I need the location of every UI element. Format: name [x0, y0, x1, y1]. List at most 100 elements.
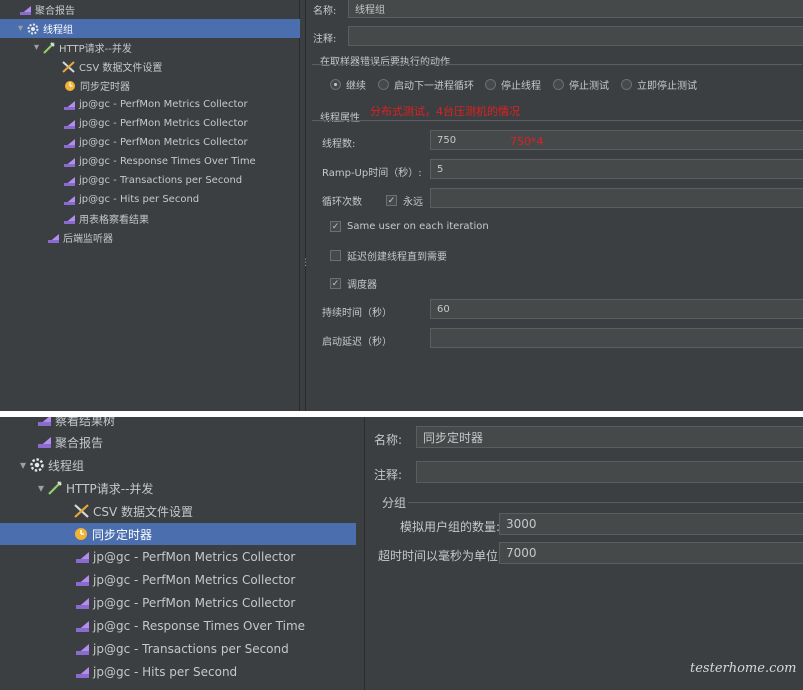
tree-item-label: 同步定时器 [92, 527, 153, 542]
tree-item-http-request[interactable]: ▾ HTTP请求--并发 [34, 38, 132, 57]
radio-icon [553, 79, 564, 90]
drag-handle-icon[interactable]: ⋮ [301, 258, 310, 268]
comment-field[interactable] [416, 461, 803, 483]
radio-stop-thread[interactable]: 停止线程 [485, 77, 541, 92]
radio-label: 继续 [346, 81, 366, 92]
tree-item-label: jp@gc - PerfMon Metrics Collector [79, 99, 248, 110]
check-icon: ✓ [330, 221, 341, 232]
timer-icon [74, 527, 88, 541]
report-icon [64, 100, 75, 110]
loop-count-label: 循环次数 [322, 197, 362, 208]
duration-field[interactable]: 60 [430, 299, 803, 319]
radio-icon [485, 79, 496, 90]
gear-icon [30, 458, 44, 472]
loop-count-field[interactable] [430, 188, 803, 208]
startup-delay-field[interactable] [430, 328, 803, 348]
name-value: 同步定时器 [423, 430, 484, 445]
tree-item-label: 线程组 [48, 458, 85, 473]
radio-continue[interactable]: 继续 [330, 77, 366, 92]
thread-group-screenshot: 聚合报告 ▾ 线程组 ▾ HTTP请求--并发 CSV 数据文件设置 同步定时器… [0, 0, 803, 411]
watermark: testerhome.com [690, 661, 797, 676]
chevron-down-icon[interactable]: ▾ [34, 42, 39, 53]
split-pane-divider[interactable]: ⋮ [300, 0, 310, 411]
error-action-title: 在取样器错误后要执行的动作 [320, 57, 450, 68]
chevron-down-icon[interactable]: ▾ [18, 23, 23, 34]
tree-item-aggregate-report[interactable]: 聚合报告 [38, 431, 103, 453]
name-field[interactable]: 同步定时器 [416, 426, 803, 448]
report-icon [20, 5, 31, 15]
report-icon [64, 119, 75, 129]
threads-label: 线程数: [322, 139, 356, 150]
tree-item-aggregate-report[interactable]: 聚合报告 [20, 0, 75, 19]
tree-item-backend-listener[interactable]: 后端监听器 [48, 228, 113, 247]
tree-item-view-table[interactable]: 用表格察看结果 [64, 209, 149, 228]
scheduler-checkbox[interactable]: ✓ 调度器 [330, 276, 377, 291]
section-border [408, 502, 803, 503]
sync-timer-screenshot: 察看结果树 聚合报告 ▾ 线程组 ▾ HTTP请求--并发 CSV 数据文件设置… [0, 417, 803, 690]
tree-item-perfmon-1[interactable]: jp@gc - PerfMon Metrics Collector [64, 95, 248, 114]
chevron-down-icon[interactable]: ▾ [20, 458, 26, 472]
rampup-field[interactable]: 5 [430, 159, 803, 179]
name-value: 线程组 [355, 4, 385, 16]
delay-create-checkbox[interactable]: 延迟创建线程直到需要 [330, 248, 447, 263]
timeout-label: 超时时间以毫秒为单位: [378, 549, 503, 563]
radio-label: 启动下一进程循环 [394, 81, 474, 92]
tree-item-tps[interactable]: jp@gc - Transactions per Second [64, 171, 242, 190]
tree-item-thread-group[interactable]: ▾ 线程组 [20, 454, 84, 476]
rampup-value: 5 [437, 163, 444, 175]
users-field[interactable]: 3000 [499, 513, 803, 535]
tree-item-response-times[interactable]: jp@gc - Response Times Over Time [64, 152, 256, 171]
tree-item-label: CSV 数据文件设置 [93, 504, 194, 519]
radio-stop-now[interactable]: 立即停止测试 [621, 77, 697, 92]
chevron-down-icon[interactable]: ▾ [38, 481, 44, 495]
comment-field[interactable] [348, 26, 803, 46]
tree-item-perfmon-1[interactable]: jp@gc - PerfMon Metrics Collector [76, 546, 295, 568]
timeout-field[interactable]: 7000 [499, 542, 803, 564]
tree-item-label: jp@gc - Response Times Over Time [93, 619, 306, 633]
tree-item-csv-config[interactable]: CSV 数据文件设置 [62, 57, 162, 76]
radio-label: 停止测试 [569, 81, 609, 92]
report-icon [76, 666, 89, 678]
tree-item-http-request[interactable]: ▾ HTTP请求--并发 [38, 477, 153, 499]
same-user-checkbox[interactable]: ✓ Same user on each iteration [330, 221, 489, 232]
csv-tools-icon [74, 504, 89, 518]
report-icon [76, 620, 89, 632]
tree-item-thread-group[interactable]: ▾ 线程组 [0, 19, 300, 38]
tree-item-hits[interactable]: jp@gc - Hits per Second [64, 190, 199, 209]
checkbox-icon [330, 250, 341, 261]
loop-forever-checkbox[interactable]: ✓ 永远 [386, 193, 423, 208]
radio-stop-test[interactable]: 停止测试 [553, 77, 609, 92]
tree-item-label: jp@gc - PerfMon Metrics Collector [93, 596, 296, 610]
tree-item-view-results-tree[interactable]: 察看结果树 [38, 417, 115, 431]
threads-field[interactable]: 750 [430, 130, 803, 150]
report-icon [64, 176, 75, 186]
check-icon: ✓ [330, 278, 341, 289]
tree-item-perfmon-3[interactable]: jp@gc - PerfMon Metrics Collector [64, 133, 248, 152]
tree-item-sync-timer[interactable]: 同步定时器 [64, 76, 130, 95]
report-icon [76, 643, 89, 655]
users-label: 模拟用户组的数量: [400, 520, 501, 534]
tree-item-label: CSV 数据文件设置 [79, 63, 163, 74]
tree-item-response-times[interactable]: jp@gc - Response Times Over Time [76, 615, 305, 637]
report-icon [38, 417, 51, 426]
name-field[interactable]: 线程组 [348, 0, 803, 18]
tree-item-perfmon-2[interactable]: jp@gc - PerfMon Metrics Collector [64, 114, 248, 133]
timeout-value: 7000 [506, 546, 537, 560]
tree-item-label: 同步定时器 [80, 82, 130, 93]
annotation-distributed: 分布式测试，4台压测机的情况 [370, 105, 520, 118]
tree-item-perfmon-2[interactable]: jp@gc - PerfMon Metrics Collector [76, 569, 295, 591]
tree-item-tps[interactable]: jp@gc - Transactions per Second [76, 638, 289, 660]
tree-item-sync-timer[interactable]: 同步定时器 [0, 523, 356, 545]
tree-item-label: jp@gc - Hits per Second [79, 194, 200, 205]
report-icon [76, 597, 89, 609]
tree-item-csv-config[interactable]: CSV 数据文件设置 [74, 500, 193, 522]
tree-item-label: jp@gc - PerfMon Metrics Collector [79, 118, 248, 129]
group-title: 分组 [382, 496, 407, 510]
startup-delay-label: 启动延迟（秒） [322, 337, 392, 348]
section-border [312, 120, 802, 121]
pipette-icon [43, 41, 55, 54]
tree-item-hits[interactable]: jp@gc - Hits per Second [76, 661, 237, 683]
tree-item-perfmon-3[interactable]: jp@gc - PerfMon Metrics Collector [76, 592, 295, 614]
radio-next-loop[interactable]: 启动下一进程循环 [378, 77, 474, 92]
pipette-icon [48, 481, 62, 495]
